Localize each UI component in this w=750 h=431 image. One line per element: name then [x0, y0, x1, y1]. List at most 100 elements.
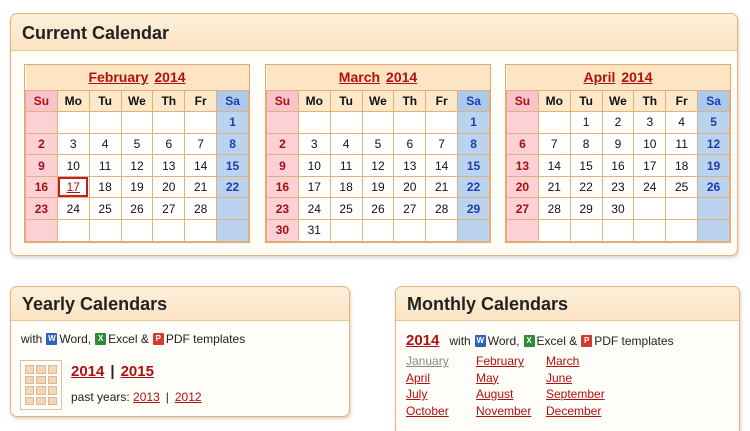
day-cell[interactable]: 13 [393, 154, 427, 177]
month-name-link[interactable]: February [88, 69, 148, 85]
month-link-may[interactable]: May [476, 371, 546, 388]
month-link-january[interactable]: January [406, 354, 476, 371]
day-cell[interactable]: 22 [569, 175, 603, 199]
month-link-august[interactable]: August [476, 387, 546, 404]
day-cell[interactable]: 10 [56, 154, 90, 177]
day-cell[interactable]: 8 [569, 132, 603, 156]
day-cell[interactable]: 15 [569, 154, 603, 177]
day-cell[interactable]: 27 [506, 197, 539, 221]
day-cell[interactable]: 26 [697, 175, 730, 199]
year-link-2014[interactable]: 2014 [71, 363, 104, 380]
year-link-2015[interactable]: 2015 [121, 363, 154, 380]
day-cell[interactable]: 25 [665, 175, 699, 199]
day-cell[interactable]: 15 [457, 154, 490, 177]
day-cell[interactable]: 26 [120, 197, 154, 221]
day-cell[interactable]: 7 [537, 132, 571, 156]
month-year-link[interactable]: 2014 [621, 69, 652, 85]
month-link-february[interactable]: February [476, 354, 546, 371]
day-cell[interactable]: 6 [393, 132, 427, 156]
day-cell[interactable]: 19 [361, 175, 395, 199]
day-cell[interactable]: 7 [184, 132, 218, 156]
day-cell[interactable]: 23 [601, 175, 635, 199]
month-year-link[interactable]: 2014 [154, 69, 185, 85]
past-year-link-2013[interactable]: 2013 [133, 390, 160, 404]
day-cell[interactable]: 24 [633, 175, 667, 199]
past-year-link-2012[interactable]: 2012 [175, 390, 202, 404]
month-link-july[interactable]: July [406, 387, 476, 404]
day-cell[interactable]: 4 [665, 111, 699, 134]
month-link-june[interactable]: June [546, 371, 626, 388]
day-cell[interactable]: 28 [425, 197, 459, 221]
month-link-september[interactable]: September [546, 387, 626, 404]
day-cell[interactable]: 21 [184, 175, 218, 199]
day-cell[interactable]: 13 [506, 154, 539, 177]
day-cell[interactable]: 18 [88, 175, 122, 199]
day-cell[interactable]: 11 [665, 132, 699, 156]
today-cell[interactable]: 17 [56, 175, 90, 199]
day-cell[interactable]: 18 [665, 154, 699, 177]
day-cell[interactable]: 2 [266, 132, 299, 156]
month-name-link[interactable]: March [339, 69, 380, 85]
day-cell[interactable]: 25 [329, 197, 363, 221]
month-link-october[interactable]: October [406, 404, 476, 421]
monthly-year-link[interactable]: 2014 [406, 332, 439, 349]
day-cell[interactable]: 8 [457, 132, 490, 156]
day-cell[interactable]: 20 [152, 175, 186, 199]
day-cell[interactable]: 19 [120, 175, 154, 199]
day-cell[interactable]: 29 [569, 197, 603, 221]
month-link-april[interactable]: April [406, 371, 476, 388]
day-cell[interactable]: 20 [506, 175, 539, 199]
day-cell[interactable]: 21 [425, 175, 459, 199]
day-cell[interactable]: 18 [329, 175, 363, 199]
day-cell[interactable]: 29 [457, 197, 490, 221]
day-cell[interactable]: 25 [88, 197, 122, 221]
day-cell[interactable]: 22 [216, 175, 249, 199]
day-cell[interactable]: 13 [152, 154, 186, 177]
day-cell[interactable]: 19 [697, 154, 730, 177]
day-cell[interactable]: 5 [361, 132, 395, 156]
day-cell[interactable]: 16 [25, 175, 58, 199]
day-cell[interactable]: 1 [216, 111, 249, 134]
day-cell[interactable]: 9 [25, 154, 58, 177]
day-cell[interactable]: 3 [56, 132, 90, 156]
day-cell[interactable]: 30 [266, 219, 299, 242]
month-name-link[interactable]: April [583, 69, 615, 85]
day-cell[interactable]: 22 [457, 175, 490, 199]
day-cell[interactable]: 15 [216, 154, 249, 177]
day-cell[interactable]: 24 [297, 197, 331, 221]
day-cell[interactable]: 14 [425, 154, 459, 177]
day-cell[interactable]: 14 [184, 154, 218, 177]
month-link-december[interactable]: December [546, 404, 626, 421]
month-link-march[interactable]: March [546, 354, 626, 371]
day-cell[interactable]: 23 [266, 197, 299, 221]
day-cell[interactable]: 27 [152, 197, 186, 221]
day-cell[interactable]: 12 [120, 154, 154, 177]
day-cell[interactable]: 10 [297, 154, 331, 177]
day-cell[interactable]: 28 [184, 197, 218, 221]
day-cell[interactable]: 24 [56, 197, 90, 221]
day-cell[interactable]: 26 [361, 197, 395, 221]
day-cell[interactable]: 2 [601, 111, 635, 134]
month-link-november[interactable]: November [476, 404, 546, 421]
day-cell[interactable]: 30 [601, 197, 635, 221]
day-cell[interactable]: 16 [266, 175, 299, 199]
day-cell[interactable]: 5 [697, 111, 730, 134]
day-cell[interactable]: 12 [361, 154, 395, 177]
day-cell[interactable]: 11 [329, 154, 363, 177]
day-cell[interactable]: 11 [88, 154, 122, 177]
day-cell[interactable]: 7 [425, 132, 459, 156]
day-cell[interactable]: 9 [266, 154, 299, 177]
day-cell[interactable]: 17 [297, 175, 331, 199]
day-cell[interactable]: 1 [569, 111, 603, 134]
day-cell[interactable]: 6 [506, 132, 539, 156]
day-cell[interactable]: 12 [697, 132, 730, 156]
day-cell[interactable]: 6 [152, 132, 186, 156]
day-cell[interactable]: 14 [537, 154, 571, 177]
day-cell[interactable]: 28 [537, 197, 571, 221]
day-cell[interactable]: 27 [393, 197, 427, 221]
day-cell[interactable]: 2 [25, 132, 58, 156]
day-cell[interactable]: 4 [88, 132, 122, 156]
day-cell[interactable]: 3 [297, 132, 331, 156]
day-cell[interactable]: 9 [601, 132, 635, 156]
day-cell[interactable]: 5 [120, 132, 154, 156]
